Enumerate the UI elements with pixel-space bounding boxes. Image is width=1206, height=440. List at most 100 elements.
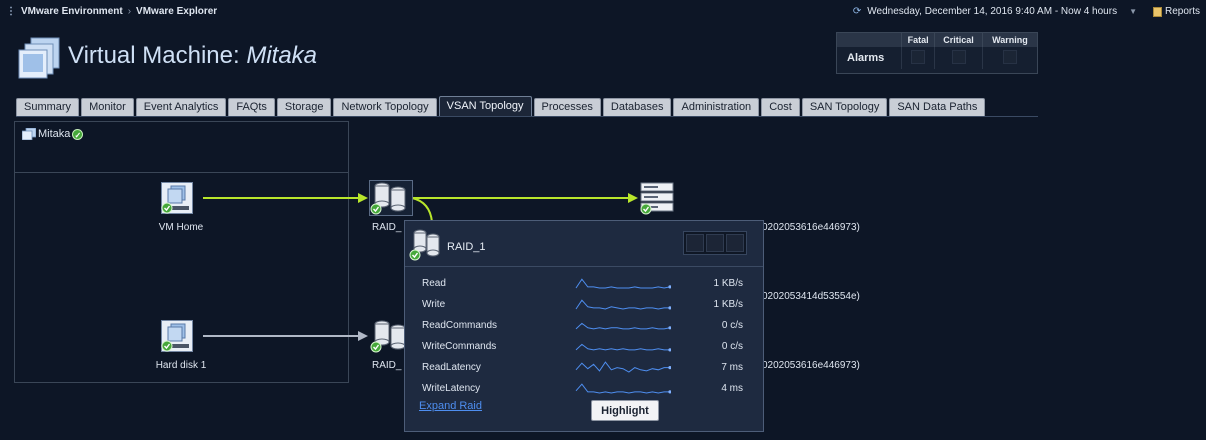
alarm-fatal-cell[interactable] (900, 47, 935, 69)
env-icon: ⋮ (6, 6, 16, 17)
tab-network-topology[interactable]: Network Topology (333, 98, 437, 116)
sparkline-endpoint (668, 326, 671, 330)
sparkline-line (575, 322, 671, 330)
alarm-warning-indicator (1002, 50, 1017, 64)
host-node[interactable] (640, 181, 674, 220)
expand-raid-link[interactable]: Expand Raid (419, 400, 482, 412)
sparkline-line (575, 343, 670, 351)
chevron-down-icon[interactable]: ▼ (1129, 7, 1137, 16)
sparkline-chart[interactable] (575, 381, 671, 395)
breadcrumb-item-explorer[interactable]: VMware Explorer (136, 6, 217, 17)
tab-databases[interactable]: Databases (602, 98, 672, 116)
metric-row: Read 1 KB/s (405, 272, 763, 293)
hard-disk-node[interactable] (161, 320, 193, 357)
raid-label-1: RAID_ (372, 222, 402, 233)
tab-vsan-topology[interactable]: VSAN Topology (438, 96, 532, 116)
metric-row: Write 1 KB/s (405, 293, 763, 314)
vm-small-icon (22, 128, 36, 140)
metric-name: ReadCommands (422, 320, 498, 331)
sparkline-chart[interactable] (575, 339, 671, 353)
time-range[interactable]: Wednesday, December 14, 2016 9:40 AM - N… (867, 6, 1117, 17)
metric-row: WriteLatency 4 ms (405, 377, 763, 398)
popup-header: RAID_1 (405, 221, 763, 267)
tab-monitor[interactable]: Monitor (81, 98, 134, 116)
metric-name: Write (422, 299, 446, 310)
popup-warning-box[interactable] (726, 234, 744, 252)
sparkline-endpoint (668, 366, 671, 370)
vm-node[interactable]: Mitaka ✓ (22, 128, 84, 140)
sparkline-endpoint (668, 390, 671, 394)
metric-value: 1 KB/s (713, 278, 743, 289)
link-arrow-raid-host (628, 193, 638, 203)
page-title: Virtual Machine: Mitaka (68, 42, 317, 70)
breadcrumb: ⋮ VMware Environment › VMware Explorer (6, 6, 217, 17)
tab-san-data-paths[interactable]: SAN Data Paths (889, 98, 986, 116)
reports-button[interactable]: Reports (1152, 6, 1200, 17)
hard-disk-label: Hard disk 1 (155, 360, 207, 371)
tab-administration[interactable]: Administration (673, 98, 760, 116)
breadcrumb-item-env[interactable]: VMware Environment (21, 6, 123, 17)
alarm-warning-cell[interactable] (981, 47, 1037, 69)
metric-value: 7 ms (721, 362, 743, 373)
vm-node-label: Mitaka (38, 128, 71, 140)
sparkline-line (575, 361, 670, 373)
popup-title: RAID_1 (447, 241, 486, 253)
guid-text-1: 0202053616e446973) (762, 222, 860, 233)
sparkline-chart[interactable] (575, 297, 671, 311)
link-arrow-vmhome-raid (358, 193, 368, 203)
tab-cost[interactable]: Cost (761, 98, 800, 116)
raid-label-2: RAID_ (372, 360, 402, 371)
sparkline-endpoint (668, 285, 671, 289)
disk-file-icon (161, 320, 193, 352)
alarm-critical-cell[interactable] (934, 47, 983, 69)
link-raid-branch (411, 197, 433, 223)
page-title-vm-name: Mitaka (246, 42, 318, 69)
host-server-icon (640, 182, 674, 215)
metric-name: WriteCommands (422, 341, 497, 352)
sparkline-line (575, 383, 670, 394)
popup-critical-box[interactable] (706, 234, 724, 252)
alarm-critical-indicator (951, 50, 966, 64)
sparkline-endpoint (668, 348, 671, 352)
tab-processes[interactable]: Processes (533, 98, 601, 116)
sparkline-chart[interactable] (575, 276, 671, 290)
guid-text-2: 0202053414d53554e) (762, 291, 860, 302)
highlight-button[interactable]: Highlight (591, 400, 659, 421)
tab-bar: Summary Monitor Event Analytics FAQts Storag… (16, 96, 986, 116)
tab-summary[interactable]: Summary (16, 98, 80, 116)
tab-san-topology[interactable]: SAN Topology (801, 98, 888, 116)
raid-node-1[interactable] (369, 180, 413, 221)
vm-file-icon (161, 182, 193, 214)
alarms-table: Fatal Critical Warning Alarms (837, 33, 1037, 69)
alarm-fatal-indicator (911, 50, 926, 64)
metric-name: ReadLatency (422, 362, 481, 373)
alarms-header-critical: Critical (934, 33, 983, 47)
clock-icon: ⟳ (852, 6, 862, 17)
sparkline-chart[interactable] (575, 318, 671, 332)
virtual-machine-icon (18, 37, 60, 79)
vm-home-node[interactable] (161, 182, 193, 219)
metric-name: WriteLatency (422, 383, 481, 394)
alarms-header-warning: Warning (981, 33, 1037, 47)
metric-name: Read (422, 278, 446, 289)
reports-label: Reports (1164, 6, 1200, 17)
page-title-prefix: Virtual Machine: (68, 42, 240, 69)
link-arrow-disk-raid (358, 331, 368, 341)
sparkline-chart[interactable] (575, 360, 671, 374)
metric-row: WriteCommands 0 c/s (405, 335, 763, 356)
chevron-right-icon: › (127, 6, 132, 17)
alarms-header-blank (837, 33, 902, 47)
tab-event-analytics[interactable]: Event Analytics (135, 98, 227, 116)
raid-icon (369, 180, 413, 216)
reports-icon (1152, 6, 1162, 17)
guid-text-3: 0202053616e446973) (762, 360, 860, 371)
popup-fatal-box[interactable] (686, 234, 704, 252)
tab-faqts[interactable]: FAQts (228, 98, 275, 116)
raid-details-popup: RAID_1 Read 1 KB/s Write 1 KB/s ReadCommands… (404, 220, 764, 432)
status-ok-icon: ✓ (72, 128, 84, 140)
alarms-header-fatal: Fatal (900, 33, 935, 47)
top-right-controls: ⟳ Wednesday, December 14, 2016 9:40 AM -… (853, 6, 1200, 17)
metric-row: ReadLatency 7 ms (405, 356, 763, 377)
sparkline-line (575, 278, 671, 289)
tab-storage[interactable]: Storage (276, 98, 332, 116)
